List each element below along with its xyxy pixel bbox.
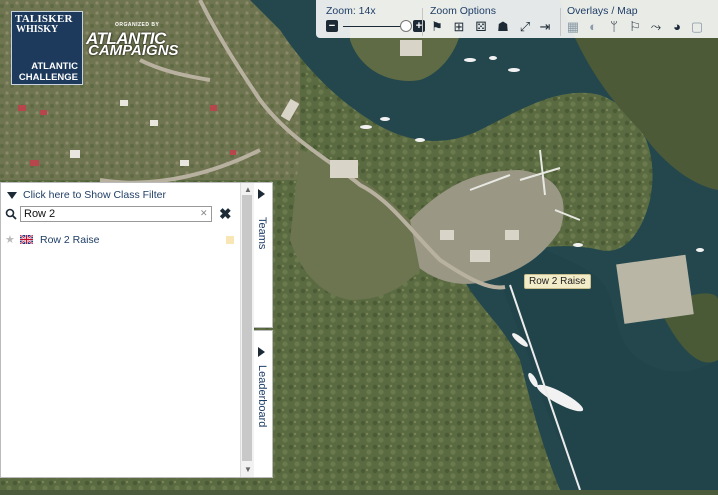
toolbar-divider <box>422 8 423 36</box>
grid-icon[interactable]: ▦ <box>566 20 580 34</box>
panel-scrollbar[interactable]: ▲ ▼ <box>240 183 254 477</box>
group-icon[interactable]: ☗ <box>496 20 510 34</box>
contrast-icon[interactable]: ◐ <box>586 20 600 34</box>
flags-icon[interactable]: ⚑ <box>430 20 444 34</box>
fit-all-icon[interactable]: ⤢ <box>518 20 532 34</box>
flag-line-icon[interactable]: ⚐ <box>628 20 642 34</box>
close-search-icon[interactable]: ✖ <box>219 205 232 223</box>
class-filter-label: Click here to Show Class Filter <box>23 189 166 201</box>
wind-icon[interactable]: ⤳ <box>649 20 663 34</box>
map-toolbar: Zoom: 14x − + Zoom Options ⚑ ⊞ ⚄ ☗ ⤢ ⇥ O… <box>316 0 718 38</box>
organizer-name-line2: CAMPAIGNS <box>88 42 179 59</box>
zoom-options-label: Zoom Options <box>430 5 496 17</box>
zoom-slider[interactable]: − + <box>326 20 426 34</box>
scroll-thumb[interactable] <box>242 195 252 461</box>
logo-event-line1: ATLANTIC <box>31 61 78 72</box>
zoom-thumb[interactable] <box>400 20 412 32</box>
zoom-to-leader-icon[interactable]: ⊞ <box>452 20 466 34</box>
search-icon <box>5 208 17 220</box>
uk-flag-icon <box>20 235 33 244</box>
boat-color-swatch <box>226 236 234 244</box>
tab-teams-label: Teams <box>256 217 268 250</box>
favorite-star-icon[interactable]: ★ <box>5 233 15 246</box>
scroll-up-icon[interactable]: ▲ <box>244 185 252 194</box>
zoom-track[interactable] <box>343 26 403 27</box>
clear-input-icon[interactable]: ✕ <box>200 208 208 219</box>
zoom-in-button[interactable]: + <box>413 20 425 32</box>
zoom-out-button[interactable]: − <box>326 20 338 32</box>
boat-map-label[interactable]: Row 2 Raise <box>524 274 591 289</box>
toolbar-divider <box>560 8 561 36</box>
talisker-logo: TALISKER WHISKY ATLANTIC CHALLENGE <box>11 11 83 85</box>
tab-leaderboard[interactable]: Leaderboard <box>254 330 273 478</box>
list-item[interactable]: ★ Row 2 Raise <box>5 234 237 247</box>
class-filter-toggle[interactable]: Click here to Show Class Filter <box>7 189 166 201</box>
tab-teams[interactable]: Teams <box>254 182 273 328</box>
globe-icon[interactable]: ◕ <box>670 20 684 34</box>
map-square-icon[interactable]: ▢ <box>690 20 704 34</box>
route-icon[interactable]: ᛘ <box>607 20 621 34</box>
exit-icon[interactable]: ⇥ <box>538 20 552 34</box>
tab-leaderboard-label: Leaderboard <box>256 365 268 428</box>
zoom-label: Zoom: 14x <box>326 5 376 17</box>
logo-brand-line2: WHISKY <box>16 24 59 35</box>
boat-list-panel: Click here to Show Class Filter ✕ ✖ ★ Ro… <box>0 182 254 478</box>
side-tabs: Teams Leaderboard <box>254 182 273 478</box>
expand-triangle-icon <box>7 191 17 199</box>
leaderboard-arrow-icon <box>258 347 265 357</box>
boat-name[interactable]: Row 2 Raise <box>40 234 100 246</box>
organizer-small-text: ORGANIZED BY <box>115 22 160 28</box>
search-input[interactable] <box>20 206 212 222</box>
scroll-down-icon[interactable]: ▼ <box>244 465 252 474</box>
dice-icon[interactable]: ⚄ <box>474 20 488 34</box>
teams-arrow-icon <box>258 189 265 199</box>
logo-event-line2: CHALLENGE <box>18 72 78 83</box>
overlays-label: Overlays / Map <box>567 5 638 17</box>
